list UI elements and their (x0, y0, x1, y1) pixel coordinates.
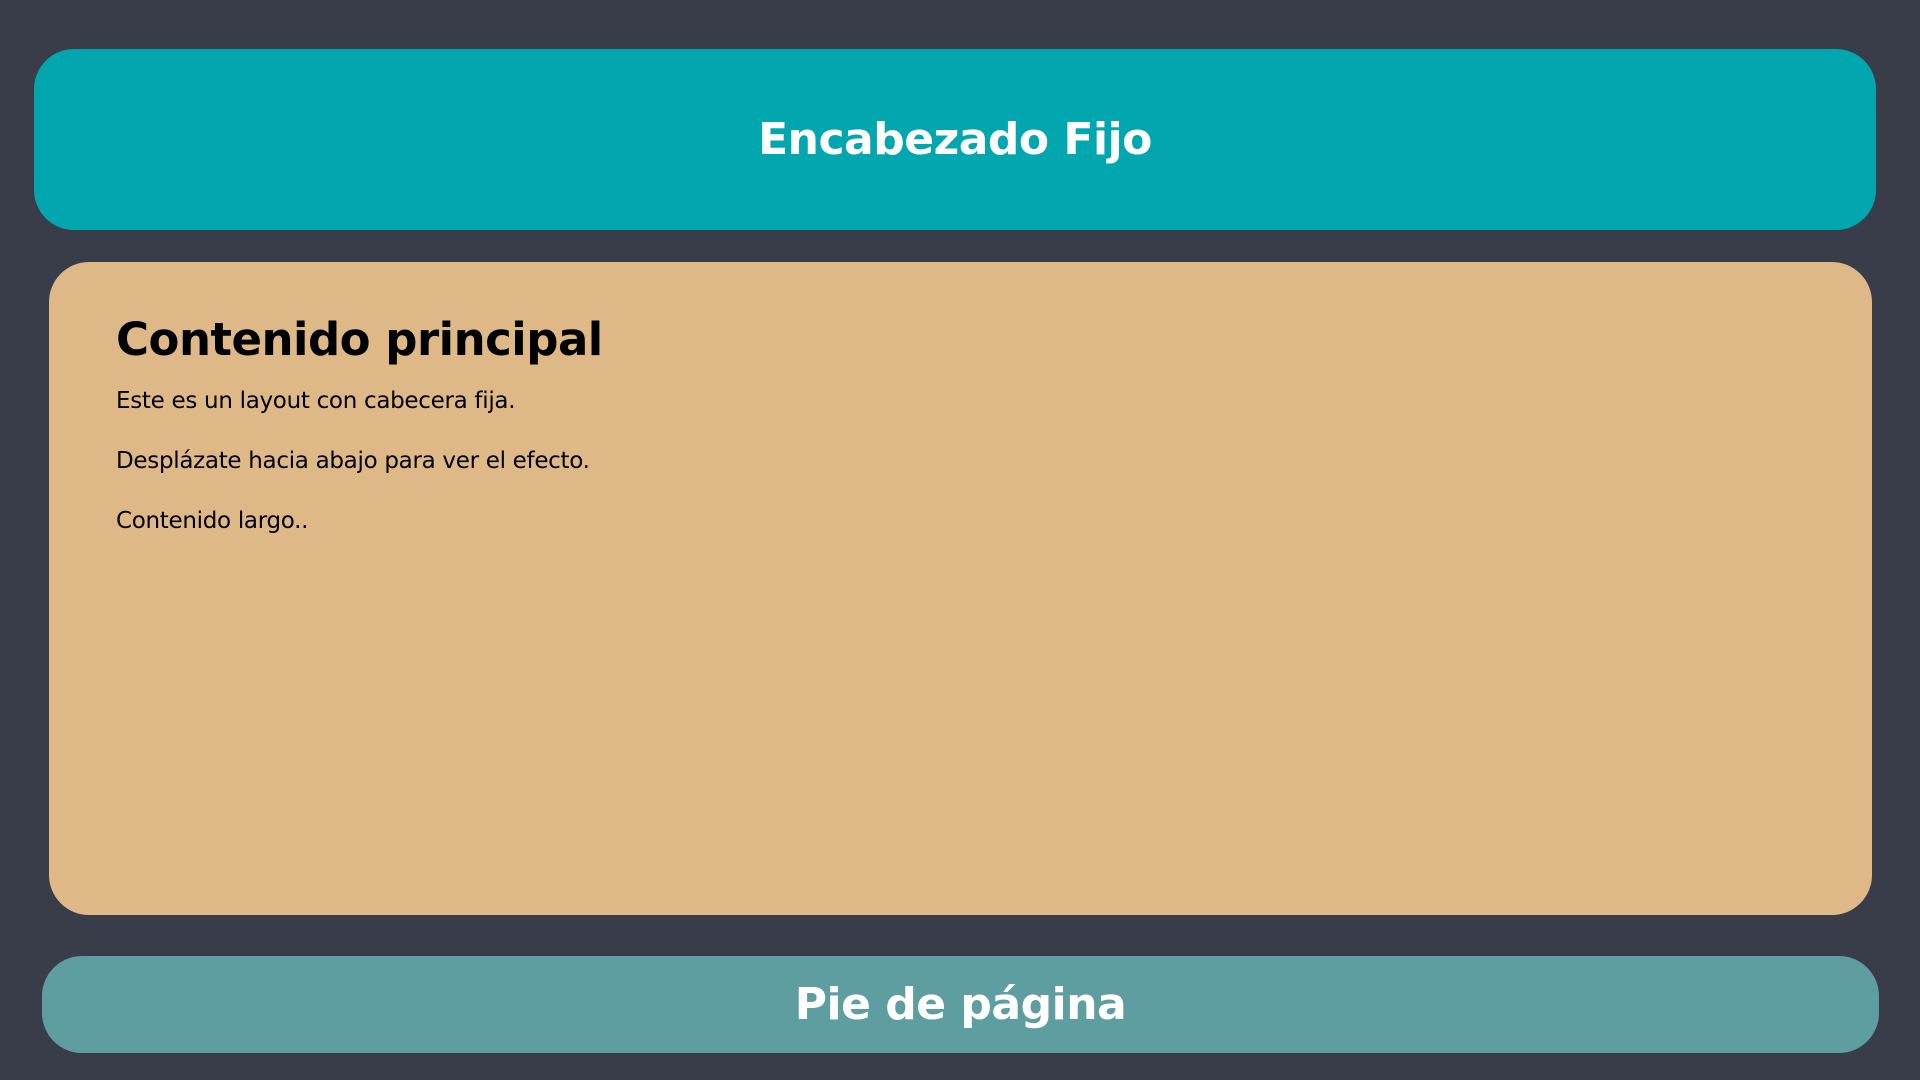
main-paragraph: Desplázate hacia abajo para ver el efect… (116, 448, 590, 474)
main-paragraph: Este es un layout con cabecera fija. (116, 388, 516, 414)
page-footer: Pie de página (42, 956, 1879, 1053)
main-paragraph: Contenido largo.. (116, 508, 309, 534)
main-content: Contenido principal Este es un layout co… (49, 262, 1872, 915)
fixed-header: Encabezado Fijo (34, 49, 1876, 230)
header-title: Encabezado Fijo (758, 114, 1152, 165)
footer-text: Pie de página (794, 979, 1127, 1030)
main-heading: Contenido principal (116, 313, 603, 366)
